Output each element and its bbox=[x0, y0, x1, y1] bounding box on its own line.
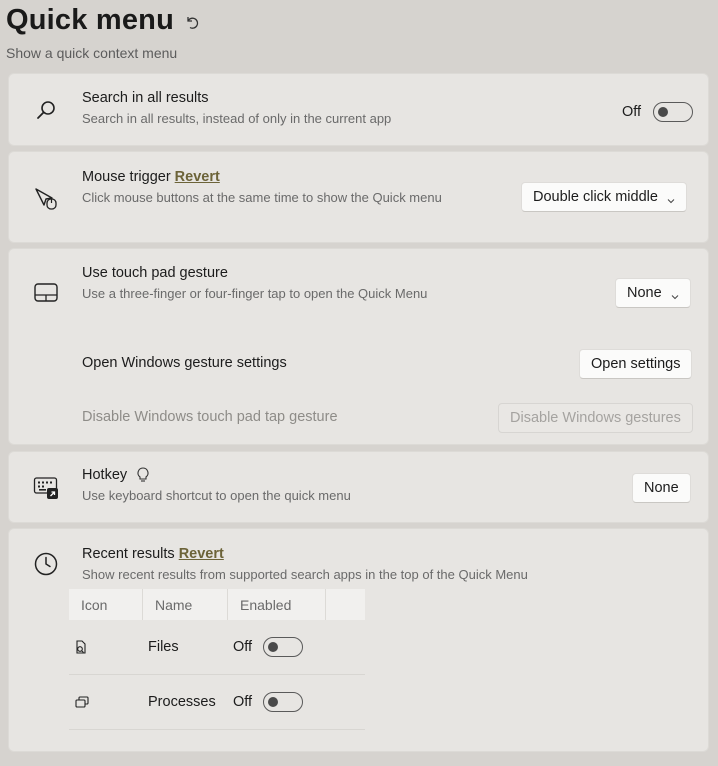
disable-tap-gesture-title: Disable Windows touch pad tap gesture bbox=[82, 409, 338, 425]
search-all-title: Search in all results bbox=[82, 90, 209, 106]
column-header-enabled[interactable]: Enabled bbox=[228, 589, 326, 620]
hotkey-button[interactable]: None bbox=[632, 473, 691, 503]
mouse-trigger-revert-link[interactable]: Revert bbox=[175, 169, 220, 185]
hotkey-title: Hotkey bbox=[82, 467, 150, 483]
row-enabled-toggle-group: Off bbox=[228, 637, 304, 657]
touchpad-card: Use touch pad gesture Use a three-finger… bbox=[8, 248, 709, 445]
processes-icon bbox=[69, 695, 143, 709]
lightbulb-icon[interactable] bbox=[136, 467, 150, 483]
mouse-trigger-title: Mouse trigger Revert bbox=[82, 169, 220, 185]
search-icon bbox=[33, 97, 59, 123]
page-title: Quick menu bbox=[6, 4, 174, 36]
chevron-down-icon bbox=[667, 193, 675, 204]
touchpad-dropdown-value: None bbox=[627, 285, 662, 301]
touchpad-description: Use a three-finger or four-finger tap to… bbox=[82, 286, 428, 301]
column-header-extra[interactable] bbox=[326, 589, 365, 620]
column-header-name[interactable]: Name bbox=[143, 589, 228, 620]
mouse-pointer-icon bbox=[33, 185, 59, 211]
mouse-trigger-card: Mouse trigger Revert Click mouse buttons … bbox=[8, 151, 709, 243]
touchpad-dropdown[interactable]: None bbox=[615, 278, 691, 308]
touchpad-title: Use touch pad gesture bbox=[82, 265, 228, 281]
disable-windows-gestures-button[interactable]: Disable Windows gestures bbox=[498, 403, 693, 433]
table-row[interactable]: Processes Off bbox=[69, 675, 365, 730]
mouse-trigger-title-text: Mouse trigger bbox=[82, 169, 171, 185]
mouse-trigger-dropdown-value: Double click middle bbox=[533, 189, 658, 205]
files-icon bbox=[69, 640, 143, 654]
table-row[interactable]: Files Off bbox=[69, 620, 365, 675]
hotkey-title-text: Hotkey bbox=[82, 467, 128, 483]
row-enabled-toggle-group: Off bbox=[228, 692, 304, 712]
recent-results-card: Recent results Revert Show recent results… bbox=[8, 528, 709, 752]
hotkey-card: Hotkey Use keyboard shortcut to open the… bbox=[8, 451, 709, 523]
clock-icon bbox=[33, 551, 59, 577]
row-toggle-label: Off bbox=[233, 694, 253, 710]
hotkey-description: Use keyboard shortcut to open the quick … bbox=[82, 488, 351, 503]
toggle-knob bbox=[658, 107, 669, 117]
toggle-knob bbox=[268, 697, 279, 707]
files-enabled-toggle[interactable] bbox=[263, 637, 304, 657]
touchpad-icon bbox=[33, 280, 59, 306]
title-row: Quick menu bbox=[6, 4, 200, 37]
page-subtitle: Show a quick context menu bbox=[6, 45, 178, 61]
column-header-icon[interactable]: Icon bbox=[69, 589, 143, 620]
toggle-knob bbox=[268, 642, 279, 652]
recent-results-table: Icon Name Enabled Files Off Processes Of… bbox=[69, 589, 365, 730]
recent-results-description: Show recent results from supported searc… bbox=[82, 567, 528, 582]
mouse-trigger-dropdown[interactable]: Double click middle bbox=[521, 182, 687, 212]
row-toggle-label: Off bbox=[233, 639, 253, 655]
search-all-toggle-label: Off bbox=[622, 104, 642, 120]
mouse-trigger-description: Click mouse buttons at the same time to … bbox=[82, 190, 442, 205]
search-all-toggle-group: Off bbox=[622, 102, 694, 122]
row-name: Processes bbox=[148, 694, 216, 710]
recent-results-revert-link[interactable]: Revert bbox=[179, 546, 224, 562]
chevron-down-icon bbox=[671, 289, 679, 300]
open-settings-button[interactable]: Open settings bbox=[579, 349, 693, 379]
search-all-description: Search in all results, instead of only i… bbox=[82, 111, 392, 126]
recent-results-title: Recent results Revert bbox=[82, 546, 224, 562]
keyboard-shortcut-icon bbox=[33, 475, 59, 501]
row-name: Files bbox=[148, 639, 179, 655]
undo-icon[interactable] bbox=[184, 14, 200, 30]
recent-results-title-text: Recent results bbox=[82, 546, 175, 562]
table-header: Icon Name Enabled bbox=[69, 589, 365, 620]
open-gesture-settings-title: Open Windows gesture settings bbox=[82, 355, 287, 371]
search-all-toggle[interactable] bbox=[653, 102, 694, 122]
search-all-card: Search in all results Search in all resu… bbox=[8, 73, 709, 146]
processes-enabled-toggle[interactable] bbox=[263, 692, 304, 712]
